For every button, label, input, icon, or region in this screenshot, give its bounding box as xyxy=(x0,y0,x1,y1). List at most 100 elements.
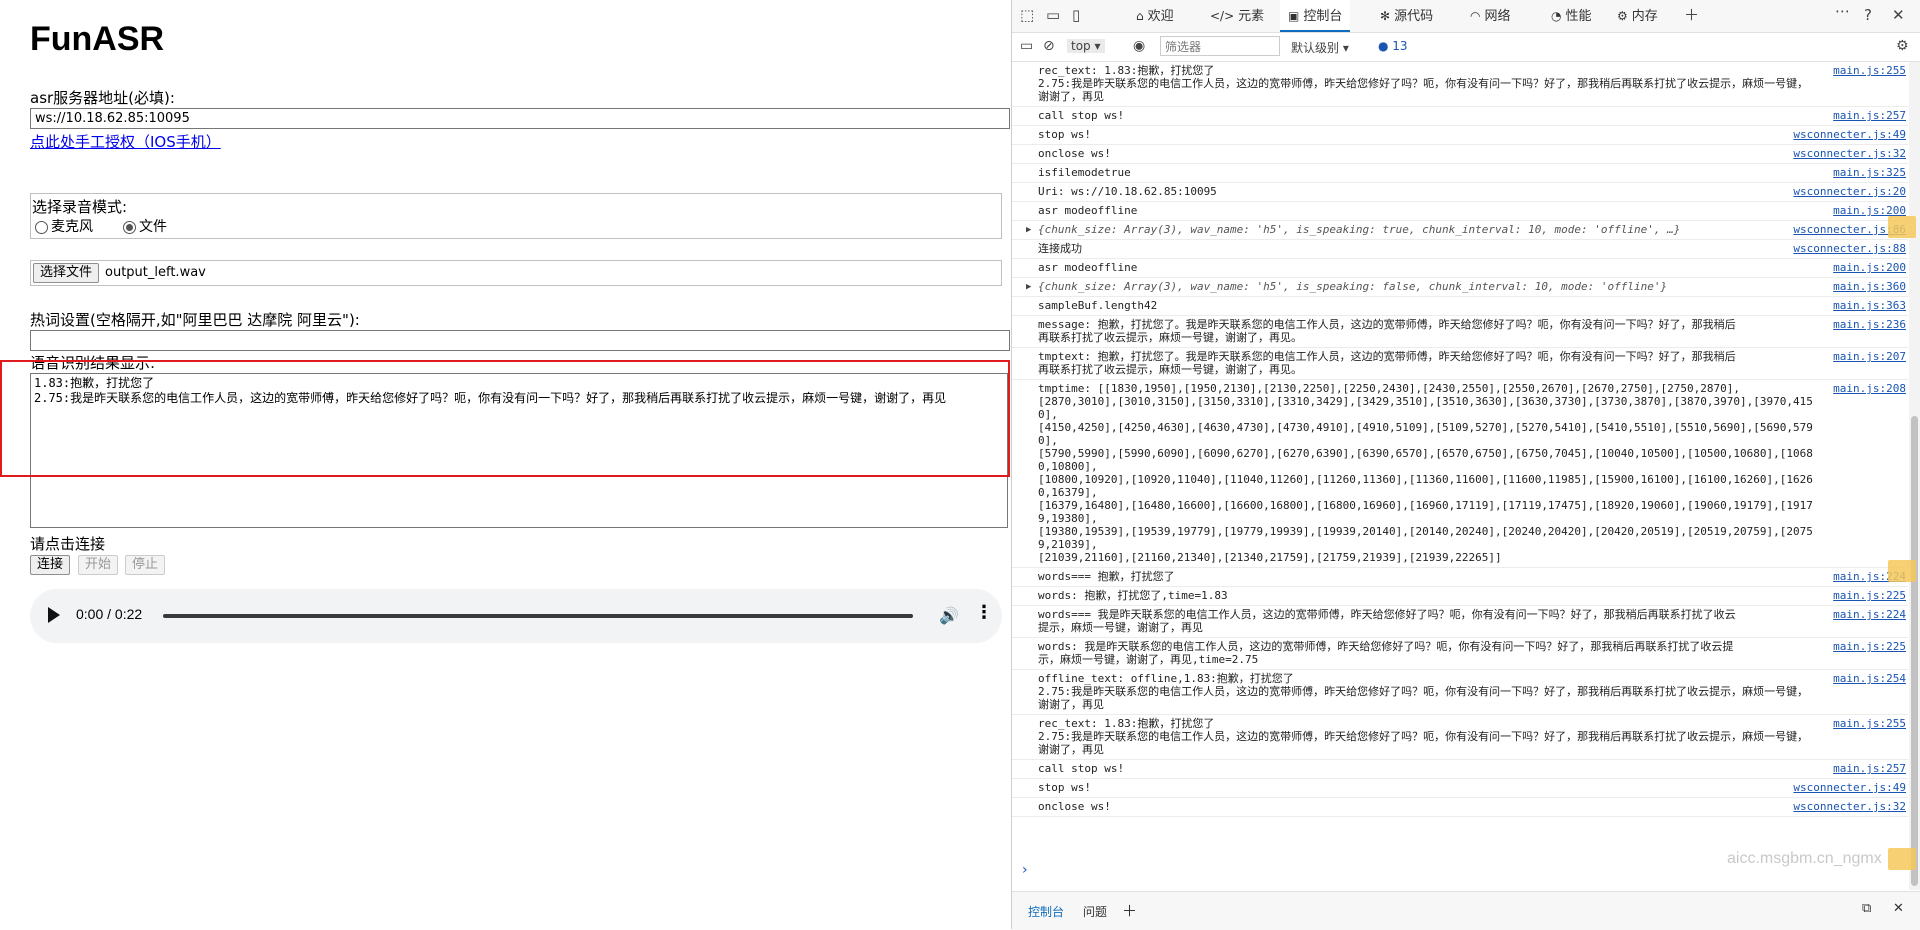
devtools-drawer: 控制台 问题 ＋ ⧉ ✕ xyxy=(1012,891,1920,930)
page-title: FunASR xyxy=(30,20,165,58)
tab-4[interactable]: ◠ 网络 xyxy=(1462,0,1519,32)
console-row: Uri: ws://10.18.62.85:10095 wsconnecter.j… xyxy=(1012,183,1908,202)
server-address-input[interactable]: ws://10.18.62.85:10095 xyxy=(30,108,1010,129)
help-icon[interactable]: ? xyxy=(1864,6,1872,24)
drawer-tab-console[interactable]: 控制台 xyxy=(1028,903,1064,920)
console-row: rec_text: 1.83:抱歉，打扰您了 2.75:我是昨天联系您的电信工作… xyxy=(1012,62,1908,107)
ios-auth-link[interactable]: 点此处手工授权（IOS手机） xyxy=(30,131,221,152)
tab-3[interactable]: ✻ 源代码 xyxy=(1372,0,1441,32)
connect-button[interactable]: 连接 xyxy=(30,555,71,575)
new-tab-plus-icon[interactable]: ＋ xyxy=(1684,4,1699,25)
wifi-icon: ◠ xyxy=(1470,9,1481,23)
scroll-thumb[interactable] xyxy=(1911,416,1918,886)
settings-gear-icon[interactable]: ⚙ xyxy=(1896,38,1909,54)
source-link[interactable]: main.js:236 xyxy=(1833,318,1906,331)
tab-0[interactable]: ⌂ 欢迎 xyxy=(1128,0,1182,32)
drawer-toggle-icon[interactable]: ▭ xyxy=(1020,38,1033,54)
drawer-tab-issues[interactable]: 问题 xyxy=(1083,903,1107,920)
code-icon: </> xyxy=(1210,9,1235,23)
context-selector[interactable]: top ▾ xyxy=(1067,39,1105,53)
clear-console-icon[interactable]: ⊘ xyxy=(1043,38,1055,54)
bug-icon: ✻ xyxy=(1380,9,1391,23)
console-message: words=== 我是昨天联系您的电信工作人员，这边的宽带师傅，昨天给您修好了吗… xyxy=(1038,608,1736,634)
drawer-add-icon[interactable]: ＋ xyxy=(1122,900,1137,921)
hotword-input[interactable] xyxy=(30,330,1010,351)
console-row: asr modeoffline main.js:200 xyxy=(1012,202,1908,221)
tab-5[interactable]: ◔ 性能 xyxy=(1543,0,1600,32)
devtools-panel: ⬚ ▭ ▯ ⌂ 欢迎 </> 元素 ▣ 控制台 ✻ 源代码 ◠ 网络 ◔ 性能 ⚙ 内存 ＋ ⋯ ? ✕ … xyxy=(1011,0,1920,930)
console-row: call stop ws! main.js:257 xyxy=(1012,760,1908,779)
play-icon[interactable] xyxy=(48,607,60,623)
console-message: tmptime: [[1830,1950],[1950,2130],[2130,… xyxy=(1038,382,1813,564)
mode-mic-radio[interactable]: 麦克风 xyxy=(35,216,93,236)
console-message: stop ws! xyxy=(1038,781,1091,794)
source-link[interactable]: main.js:207 xyxy=(1833,350,1906,363)
inspect-icon[interactable]: ⬚ xyxy=(1020,6,1034,24)
issues-badge[interactable]: ● 13 xyxy=(1378,39,1408,53)
expand-triangle-icon[interactable]: ▶ xyxy=(1026,224,1031,237)
device-toggle-icon[interactable]: ▭ xyxy=(1046,6,1060,24)
source-link[interactable]: main.js:360 xyxy=(1833,280,1906,293)
audio-progress-track[interactable] xyxy=(163,614,913,618)
filter-input[interactable]: 筛选器 xyxy=(1160,36,1280,56)
console-message: {chunk_size: Array(3), wav_name: 'h5', i… xyxy=(1038,280,1668,293)
source-link[interactable]: main.js:255 xyxy=(1833,717,1906,730)
source-link[interactable]: main.js:224 xyxy=(1833,608,1906,621)
source-link[interactable]: wsconnecter.js:49 xyxy=(1793,781,1906,794)
console-toolbar: ▭ ⊘ top ▾ ◉ 筛选器 默认级别 ▾ ● 13 ⚙ xyxy=(1012,33,1920,62)
console-message: rec_text: 1.83:抱歉，打扰您了 2.75:我是昨天联系您的电信工作… xyxy=(1038,64,1809,103)
start-button[interactable]: 开始 xyxy=(78,555,119,575)
tab-2[interactable]: ▣ 控制台 xyxy=(1280,0,1351,32)
audio-time: 0:00 / 0:22 xyxy=(76,606,143,622)
source-link[interactable]: main.js:225 xyxy=(1833,640,1906,653)
close-drawer-icon[interactable]: ✕ xyxy=(1893,901,1904,916)
source-link[interactable]: main.js:225 xyxy=(1833,589,1906,602)
console-row: asr modeoffline main.js:200 xyxy=(1012,259,1908,278)
audio-player: 0:00 / 0:22 🔊 ⋮ xyxy=(30,589,1002,643)
gear-icon: ⚙ xyxy=(1617,9,1628,23)
source-link[interactable]: main.js:363 xyxy=(1833,299,1906,312)
tab-label: 欢迎 xyxy=(1147,9,1174,24)
console-row: words=== 我是昨天联系您的电信工作人员，这边的宽带师傅，昨天给您修好了吗… xyxy=(1012,606,1908,638)
console-row: onclose ws! wsconnecter.js:32 xyxy=(1012,798,1908,817)
source-link[interactable]: main.js:325 xyxy=(1833,166,1906,179)
watermark-text: aicc.msgbm.cn_ngmx xyxy=(1727,850,1882,867)
more-menu-icon[interactable]: ⋯ xyxy=(1835,2,1850,20)
console-row: tmptext: 抱歉，打扰您了。我是昨天联系您的电信工作人员，这边的宽带师傅，… xyxy=(1012,348,1908,380)
dock-icon[interactable]: ⧉ xyxy=(1862,901,1871,916)
console-scrollbar[interactable] xyxy=(1909,62,1920,890)
choose-file-button[interactable]: 选择文件 xyxy=(33,263,100,283)
source-link[interactable]: wsconnecter.js:88 xyxy=(1793,242,1906,255)
more-options-icon[interactable]: ⋮ xyxy=(975,604,993,622)
eye-icon[interactable]: ◉ xyxy=(1133,38,1145,54)
mode-file-radio[interactable]: 文件 xyxy=(123,216,167,236)
source-link[interactable]: main.js:200 xyxy=(1833,261,1906,274)
volume-icon[interactable]: 🔊 xyxy=(939,606,959,625)
file-fieldset: 选择文件 output_left.wav xyxy=(30,260,1002,286)
tab-6[interactable]: ⚙ 内存 xyxy=(1609,0,1666,32)
source-link[interactable]: main.js:257 xyxy=(1833,762,1906,775)
source-link[interactable]: wsconnecter.js:49 xyxy=(1793,128,1906,141)
expand-triangle-icon[interactable]: ▶ xyxy=(1026,281,1031,294)
source-link[interactable]: wsconnecter.js:20 xyxy=(1793,185,1906,198)
issue-count: 13 xyxy=(1392,39,1408,53)
sidebar-toggle-icon[interactable]: ▯ xyxy=(1072,6,1080,24)
source-link[interactable]: main.js:255 xyxy=(1833,64,1906,77)
highlight-box xyxy=(0,360,1010,477)
source-link[interactable]: wsconnecter.js:32 xyxy=(1793,147,1906,160)
radio-on-icon xyxy=(123,220,136,234)
tab-1[interactable]: </> 元素 xyxy=(1202,0,1272,32)
console-row: 连接成功 wsconnecter.js:88 xyxy=(1012,240,1908,259)
console-icon: ▣ xyxy=(1288,9,1300,23)
source-link[interactable]: wsconnecter.js:32 xyxy=(1793,800,1906,813)
console-row: ▶ {chunk_size: Array(3), wav_name: 'h5', … xyxy=(1012,278,1908,297)
source-link[interactable]: main.js:254 xyxy=(1833,672,1906,685)
source-link[interactable]: main.js:257 xyxy=(1833,109,1906,122)
close-icon[interactable]: ✕ xyxy=(1892,6,1905,24)
console-prompt[interactable]: › xyxy=(1022,862,1028,878)
source-link[interactable]: main.js:208 xyxy=(1833,382,1906,395)
console-message: message: 抱歉，打扰您了。我是昨天联系您的电信工作人员，这边的宽带师傅，… xyxy=(1038,318,1736,344)
stop-button[interactable]: 停止 xyxy=(125,555,166,575)
level-dropdown[interactable]: 默认级别 ▾ xyxy=(1291,39,1349,56)
console-row: words=== 抱歉，打扰您了 main.js:224 xyxy=(1012,568,1908,587)
